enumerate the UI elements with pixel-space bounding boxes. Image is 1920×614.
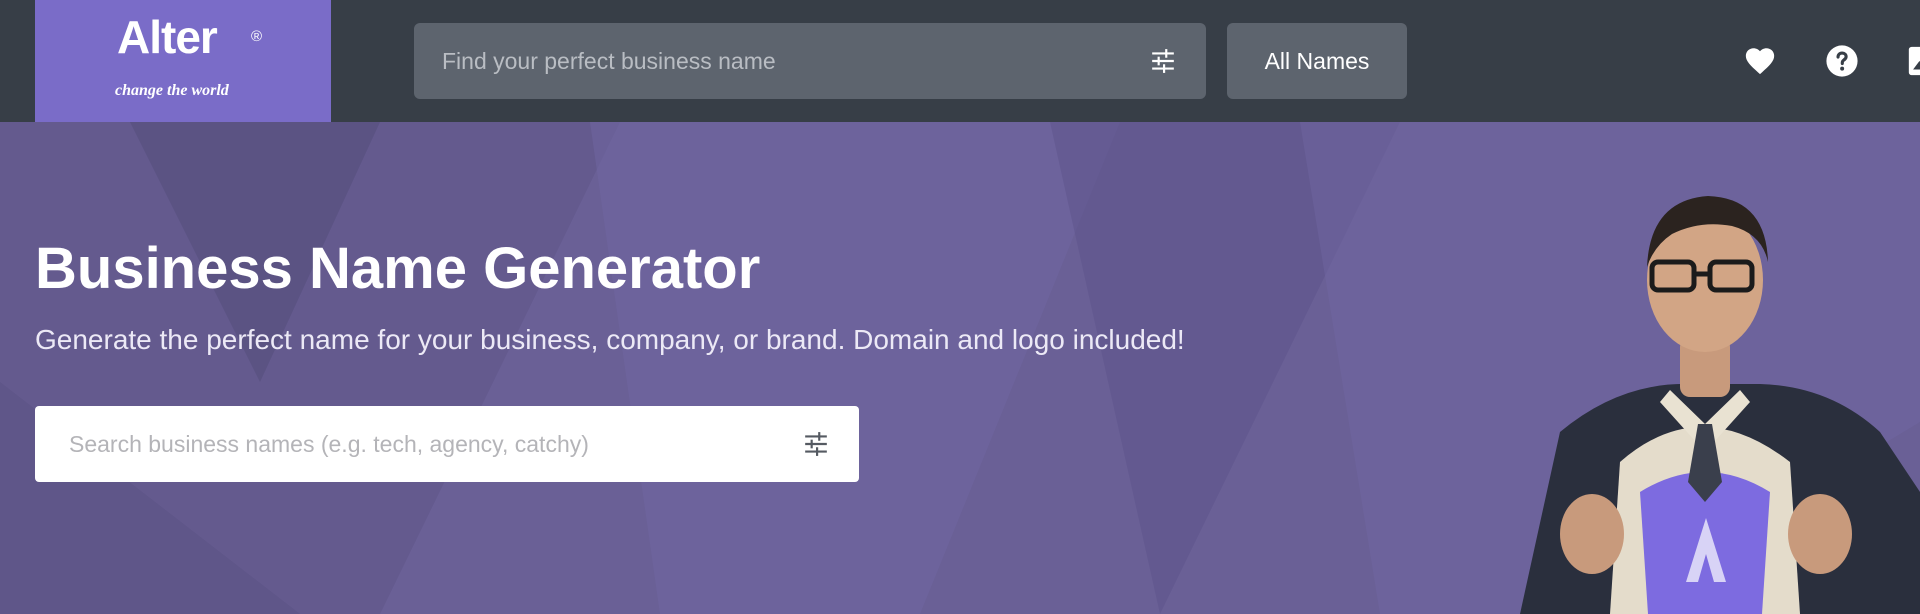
registered-mark: ® [251, 28, 263, 45]
heart-icon[interactable] [1743, 44, 1777, 78]
filter-sliders-icon[interactable] [803, 431, 829, 457]
header-search-input[interactable] [440, 23, 1130, 99]
hero-subtitle: Generate the perfect name for your busin… [35, 324, 1185, 355]
filter-sliders-icon[interactable] [1150, 48, 1176, 74]
hero-section: Business Name Generator Generate the per… [0, 122, 1920, 614]
brand-logo[interactable]: Alter ® change the world [35, 0, 331, 122]
logo-tagline: change the world [115, 82, 229, 99]
all-names-button[interactable]: All Names [1227, 23, 1407, 99]
top-navigation-bar: Alter ® change the world All Names [0, 0, 1920, 122]
header-search-box [414, 23, 1206, 99]
business-name-search-input[interactable] [67, 406, 787, 482]
logo-wordmark: Alter [117, 11, 218, 63]
hero-title: Business Name Generator [35, 236, 761, 301]
businessman-hero-illustration [1520, 196, 1920, 614]
image-icon[interactable] [1906, 44, 1920, 78]
hero-search-box [35, 406, 859, 482]
help-icon[interactable] [1825, 44, 1859, 78]
